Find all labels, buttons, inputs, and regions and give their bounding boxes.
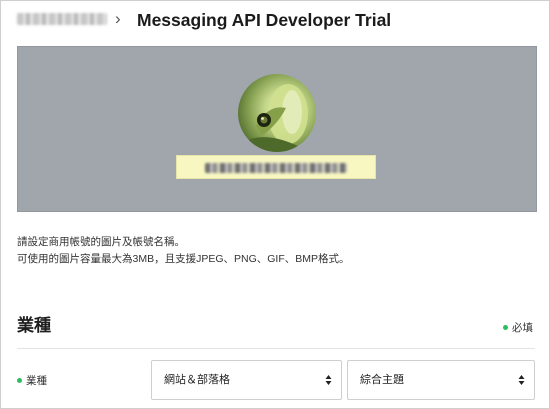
account-name-text bbox=[205, 163, 347, 173]
industry-field-label: 業種 bbox=[17, 373, 47, 388]
industry-subcategory-select[interactable]: 綜合主題 bbox=[347, 360, 535, 400]
profile-image[interactable] bbox=[238, 74, 316, 152]
chevron-right-icon: › bbox=[115, 9, 121, 28]
industry-subcategory-value: 綜合主題 bbox=[360, 374, 404, 386]
required-label: 必填 bbox=[512, 322, 533, 334]
industry-field-label-text: 業種 bbox=[26, 375, 47, 387]
required-dot-icon bbox=[503, 324, 508, 330]
industry-category-value: 網站＆部落格 bbox=[164, 374, 230, 386]
frog-profile-image-icon bbox=[248, 84, 308, 152]
required-indicator: 必填 bbox=[503, 321, 533, 335]
page-title: Messaging API Developer Trial bbox=[137, 10, 392, 30]
required-dot-icon bbox=[17, 377, 22, 383]
profile-banner bbox=[17, 46, 537, 212]
section-title-industry: 業種 bbox=[17, 316, 51, 335]
account-name-field[interactable] bbox=[176, 155, 376, 179]
page: › Messaging API Developer Trial 請設定商用帳號的… bbox=[0, 0, 550, 409]
select-arrows-icon bbox=[325, 375, 332, 385]
image-requirements: 請設定商用帳號的圖片及帳號名稱。 可使用的圖片容量最大為3MB，且支援JPEG、… bbox=[17, 234, 350, 268]
info-line-2: 可使用的圖片容量最大為3MB，且支援JPEG、PNG、GIF、BMP格式。 bbox=[17, 253, 350, 265]
header: › Messaging API Developer Trial bbox=[1, 1, 549, 41]
breadcrumb-link[interactable] bbox=[17, 13, 107, 25]
industry-category-select[interactable]: 網站＆部落格 bbox=[151, 360, 342, 400]
select-arrows-icon bbox=[518, 375, 525, 385]
divider bbox=[17, 348, 535, 349]
info-line-1: 請設定商用帳號的圖片及帳號名稱。 bbox=[17, 236, 185, 248]
